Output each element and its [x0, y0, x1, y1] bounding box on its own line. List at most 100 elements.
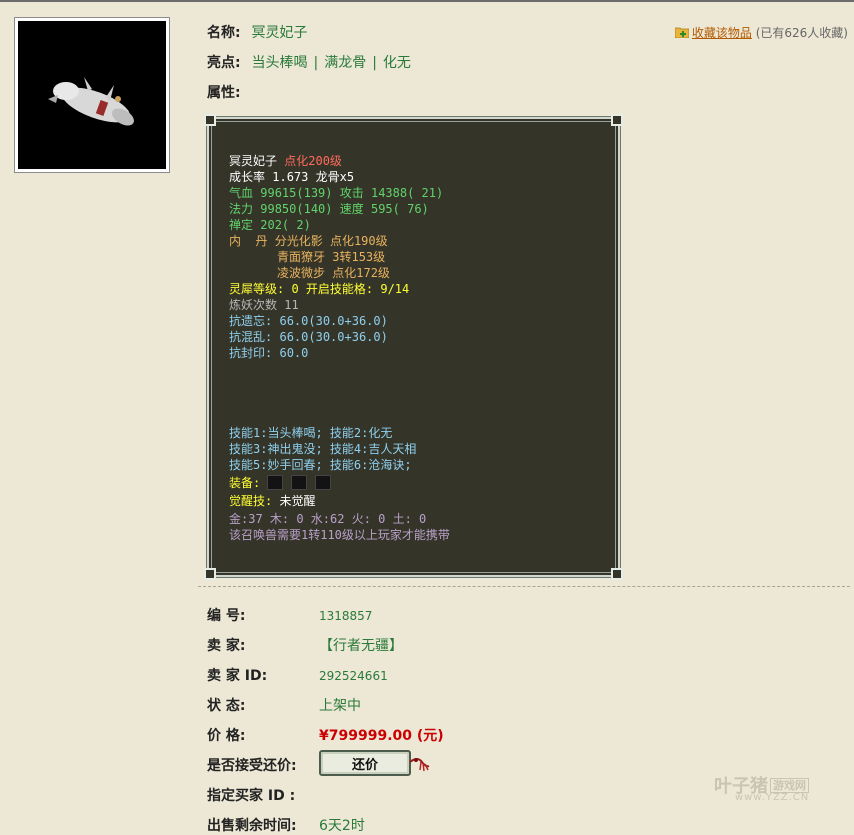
equipment-slot[interactable]	[315, 475, 332, 490]
resist-chaos-value: 66.0(30.0+36.0)	[279, 330, 388, 344]
pet-image	[18, 21, 166, 169]
name-label: 名称:	[207, 25, 241, 41]
seller-label: 卖 家:	[207, 638, 246, 654]
top-border	[0, 0, 854, 2]
stat-name-line: 冥灵妃子 点化200级	[229, 153, 342, 169]
mp-value: 99850(140)	[260, 202, 333, 216]
highlight-2: 满龙骨	[324, 55, 367, 71]
growth-value: 1.673	[272, 170, 309, 184]
favorite-area: 收藏该物品 (已有626人收藏)	[674, 24, 848, 41]
refine-line: 炼妖次数 11	[229, 297, 299, 313]
elements-line: 金:37 木: 0 水:62 火: 0 土: 0	[229, 512, 427, 526]
core-line-2: 青面獠牙 3转153级	[277, 249, 385, 265]
attribute-panel: 冥灵妃子 点化200级 成长率 1.673 龙骨x5 气血 99615(139)…	[204, 114, 623, 580]
price-label: 价 格:	[207, 728, 246, 744]
watermark-url: www.YZZ.CN	[735, 792, 810, 803]
resist-forget-line: 抗遗忘: 66.0(30.0+36.0)	[229, 313, 388, 329]
bargain-button-label: 还价	[351, 757, 378, 773]
core-1-name: 分光化影	[274, 234, 323, 248]
growth-label: 成长率	[229, 170, 266, 184]
calm-value: 202( 2)	[260, 218, 311, 232]
detail-id-row: 编 号: 1318857	[207, 605, 372, 625]
hp-atk-line: 气血 99615(139) 攻击 14388( 21)	[229, 185, 443, 201]
core-3-level: 点化172级	[332, 266, 390, 280]
pet-thumbnail	[14, 17, 170, 173]
detail-seller-id-row: 卖 家 ID: 292524661	[207, 665, 388, 685]
panel-corner	[611, 568, 623, 580]
resist-seal-line: 抗封印: 60.0	[229, 345, 308, 361]
core-line-3: 凌波微步 点化172级	[277, 265, 390, 281]
core-3-name: 凌波微步	[277, 266, 326, 280]
requirement-line: 该召唤兽需要1转110级以上玩家才能携带	[229, 528, 450, 542]
price-value: ¥799999.00 (元)	[319, 728, 444, 744]
watermark-box: 游戏网	[770, 778, 809, 793]
resist-chaos-label: 抗混乱:	[229, 330, 273, 344]
detail-buyer-row: 指定买家 ID :	[207, 785, 319, 805]
status-value: 上架中	[319, 698, 361, 714]
favorite-count: (已有626人收藏)	[755, 26, 848, 40]
mp-spd-line: 法力 99850(140) 速度 595( 76)	[229, 201, 429, 217]
highlight-label: 亮点:	[207, 55, 241, 71]
awaken-label: 觉醒技:	[229, 494, 273, 508]
skills-line-1: 技能1:当头棒喝; 技能2:化无	[229, 426, 393, 440]
status-label: 状 态:	[207, 698, 246, 714]
panel-corner	[204, 568, 216, 580]
equipment-line: 装备:	[229, 475, 339, 491]
hp-label: 气血	[229, 186, 254, 200]
resist-chaos-line: 抗混乱: 66.0(30.0+36.0)	[229, 329, 388, 345]
growth-line: 成长率 1.673 龙骨x5	[229, 169, 354, 185]
pet-name: 冥灵妃子	[229, 154, 278, 168]
enhance-level: 点化200级	[284, 154, 342, 168]
resist-forget-label: 抗遗忘:	[229, 314, 273, 328]
core-label: 内 丹	[229, 234, 268, 248]
detail-seller-row: 卖 家: 【行者无疆】	[207, 635, 403, 655]
spd-label: 速度	[339, 202, 364, 216]
equipment-slot[interactable]	[291, 475, 308, 490]
resist-forget-value: 66.0(30.0+36.0)	[279, 314, 388, 328]
item-name: 冥灵妃子	[251, 25, 308, 41]
core-line-1: 内 丹 分光化影 点化190级	[229, 233, 388, 249]
equipment-slot[interactable]	[267, 475, 284, 490]
attribute-label: 属性:	[207, 85, 241, 101]
section-divider	[198, 586, 850, 587]
panel-corner	[204, 114, 216, 126]
detail-time-row: 出售剩余时间: 6天2时	[207, 815, 365, 835]
atk-value: 14388( 21)	[370, 186, 444, 200]
tassel-icon	[409, 758, 430, 772]
awaken-value: 未觉醒	[279, 494, 316, 508]
equipment-label: 装备:	[229, 476, 261, 490]
folder-add-icon[interactable]	[674, 27, 690, 39]
detail-status-row: 状 态: 上架中	[207, 695, 361, 715]
skills-line-2: 技能3:神出鬼没; 技能4:吉人天相	[229, 442, 417, 456]
mp-label: 法力	[229, 202, 254, 216]
detail-price-row: 价 格: ¥799999.00 (元)	[207, 725, 444, 745]
resist-seal-label: 抗封印:	[229, 346, 273, 360]
highlight-separator: |	[372, 55, 377, 71]
dragon-bone: 龙骨x5	[315, 170, 355, 184]
hp-value: 99615(139)	[260, 186, 333, 200]
core-2-name: 青面獠牙	[277, 250, 326, 264]
name-field: 名称: 冥灵妃子	[207, 22, 307, 42]
highlight-1: 当头棒喝	[251, 55, 308, 71]
calm-label: 禅定	[229, 218, 254, 232]
highlight-3: 化无	[382, 55, 411, 71]
bargain-label: 是否接受还价:	[207, 758, 297, 774]
id-label: 编 号:	[207, 608, 246, 624]
time-label: 出售剩余时间:	[207, 818, 297, 834]
buyer-label: 指定买家 ID :	[207, 788, 296, 804]
seller-id-value: 292524661	[319, 669, 388, 683]
highlight-separator: |	[313, 55, 319, 71]
id-value: 1318857	[319, 609, 373, 623]
calm-line: 禅定 202( 2)	[229, 217, 311, 233]
spd-value: 595( 76)	[370, 202, 429, 216]
seller-value[interactable]: 【行者无疆】	[319, 638, 403, 654]
refine-label: 炼妖次数	[229, 298, 278, 312]
bargain-button[interactable]: 还价	[319, 750, 411, 776]
favorite-link[interactable]: 收藏该物品	[692, 26, 752, 40]
refine-value: 11	[284, 298, 299, 312]
detail-bargain-row: 是否接受还价:	[207, 755, 319, 775]
atk-label: 攻击	[339, 186, 364, 200]
attribute-field: 属性:	[207, 82, 241, 102]
spirit-line: 灵犀等级: 0 开启技能格: 9/14	[229, 282, 410, 296]
core-1-level: 点化190级	[329, 234, 388, 248]
